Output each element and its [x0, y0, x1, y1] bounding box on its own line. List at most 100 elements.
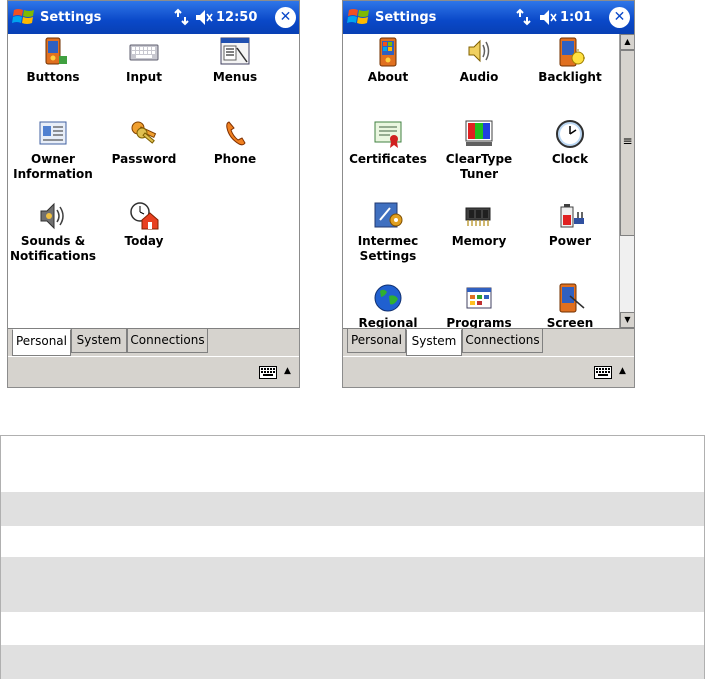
settings-item-label: Intermec Settings [357, 234, 419, 263]
connectivity-icon[interactable] [174, 8, 190, 26]
tab-strip: Personal System Connections [343, 328, 634, 356]
keyboard-icon [129, 44, 159, 61]
scroll-thumb[interactable]: ≡ [620, 50, 634, 236]
settings-item-input[interactable]: Input [99, 36, 189, 85]
settings-item-power[interactable]: Power [525, 200, 615, 249]
title-bar: Settings 1:01 ✕ [343, 1, 634, 34]
settings-item-sounds-notifications[interactable]: Sounds & Notifications [8, 200, 98, 264]
table-row [0, 435, 705, 492]
table-row [0, 645, 705, 679]
menus-icon [220, 37, 250, 65]
input-selector-arrow-icon[interactable]: ▲ [619, 366, 626, 376]
settings-item-certificates[interactable]: Certificates [343, 118, 433, 167]
windows-start-icon[interactable] [347, 6, 371, 28]
settings-item-label: Sounds & Notifications [9, 234, 97, 263]
empty-table [0, 435, 705, 679]
tab-personal[interactable]: Personal [12, 329, 71, 356]
certificate-icon [374, 121, 402, 148]
settings-item-label: Buttons [26, 70, 80, 84]
tab-connections[interactable]: Connections [127, 329, 208, 353]
connectivity-icon[interactable] [516, 8, 532, 26]
settings-item-label: Today [124, 234, 164, 248]
settings-item-label: Clock [551, 152, 589, 166]
settings-item-label: Power [548, 234, 592, 248]
settings-item-label: Programs [446, 316, 512, 328]
volume-muted-icon[interactable] [195, 9, 213, 26]
volume-muted-icon[interactable] [539, 9, 557, 26]
tab-connections[interactable]: Connections [462, 329, 543, 353]
clock-time[interactable]: 12:50 [216, 10, 257, 25]
vertical-scrollbar[interactable]: ▲ ≡ ▼ [619, 34, 634, 328]
intermec-gear-icon [374, 202, 403, 228]
settings-item-label: Audio [459, 70, 499, 84]
buttons-icon [45, 37, 67, 65]
settings-item-intermec-settings[interactable]: Intermec Settings [343, 200, 433, 264]
about-device-icon [379, 37, 397, 67]
backlight-icon [559, 37, 585, 67]
settings-item-today[interactable]: Today [99, 200, 189, 249]
today-clock-icon [130, 202, 159, 230]
screen-icon [559, 283, 585, 313]
settings-item-backlight[interactable]: Backlight [525, 36, 615, 85]
close-button[interactable]: ✕ [609, 7, 630, 28]
settings-icon-grid: Buttons Input Menus Owner Information Pa… [8, 34, 299, 328]
settings-screen-system: Settings 1:01 ✕ About Audio Backlight Ce… [342, 0, 635, 388]
settings-item-label: About [367, 70, 409, 84]
settings-item-regional[interactable]: Regional [343, 282, 433, 328]
close-button[interactable]: ✕ [275, 7, 296, 28]
speaker-icon [40, 202, 64, 230]
keys-icon [131, 121, 157, 144]
cleartype-icon [465, 120, 493, 146]
scroll-down-arrow-icon[interactable]: ▼ [620, 312, 634, 328]
settings-item-label: Owner Information [13, 152, 93, 181]
settings-item-label: Regional [358, 316, 418, 328]
audio-icon [468, 39, 490, 63]
title-text: Settings [375, 10, 437, 25]
title-text: Settings [40, 10, 102, 25]
settings-icon-grid: About Audio Backlight Certificates Clear… [343, 34, 619, 328]
scroll-up-arrow-icon[interactable]: ▲ [620, 34, 634, 50]
settings-item-owner-information[interactable]: Owner Information [8, 118, 98, 182]
menu-bar: ▲ [8, 356, 299, 387]
owner-card-icon [39, 121, 67, 145]
tab-system[interactable]: System [71, 329, 127, 353]
windows-start-icon[interactable] [12, 6, 36, 28]
settings-item-label: Backlight [538, 70, 602, 84]
clock-icon [556, 120, 584, 148]
menu-bar: ▲ [343, 356, 634, 387]
programs-icon [466, 287, 492, 309]
clock-time[interactable]: 1:01 [560, 10, 592, 25]
settings-item-memory[interactable]: Memory [434, 200, 524, 249]
table-row [0, 492, 705, 526]
settings-item-phone[interactable]: Phone [190, 118, 280, 167]
table-row [0, 526, 705, 557]
settings-item-label: Menus [212, 70, 258, 84]
table-row [0, 612, 705, 645]
memory-chip-icon [465, 207, 491, 226]
settings-item-menus[interactable]: Menus [190, 36, 280, 85]
settings-item-label: ClearType Tuner [445, 152, 513, 181]
settings-item-about[interactable]: About [343, 36, 433, 85]
title-bar: Settings 12:50 ✕ [8, 1, 299, 34]
settings-item-label: Screen [546, 316, 594, 328]
settings-item-screen[interactable]: Screen [525, 282, 615, 328]
settings-item-buttons[interactable]: Buttons [8, 36, 98, 85]
table-row [0, 557, 705, 612]
settings-item-cleartype-tuner[interactable]: ClearType Tuner [434, 118, 524, 182]
settings-item-programs[interactable]: Programs [434, 282, 524, 328]
tab-system[interactable]: System [406, 329, 462, 356]
settings-item-label: Password [111, 152, 177, 166]
settings-item-password[interactable]: Password [99, 118, 189, 167]
tab-personal[interactable]: Personal [347, 329, 406, 353]
settings-item-clock[interactable]: Clock [525, 118, 615, 167]
settings-item-audio[interactable]: Audio [434, 36, 524, 85]
phone-icon [226, 121, 246, 146]
settings-item-label: Certificates [349, 152, 427, 166]
keyboard-input-icon[interactable] [259, 366, 277, 379]
input-selector-arrow-icon[interactable]: ▲ [284, 366, 291, 376]
battery-icon [560, 204, 584, 228]
keyboard-input-icon[interactable] [594, 366, 612, 379]
settings-item-label: Input [126, 70, 162, 84]
settings-item-label: Memory [451, 234, 507, 248]
globe-icon [374, 284, 402, 312]
